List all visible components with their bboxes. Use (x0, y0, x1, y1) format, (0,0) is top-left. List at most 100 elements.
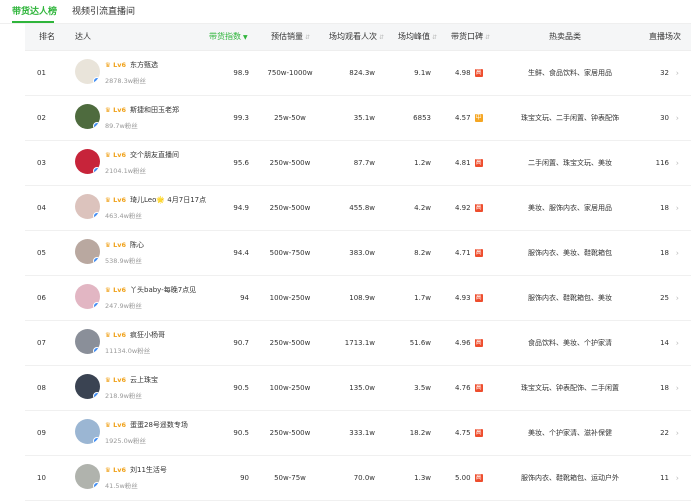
anchor-name[interactable]: 云上珠宝 (130, 376, 158, 384)
header-rating[interactable]: 带货口碑 ⇵ (451, 24, 490, 50)
table-row[interactable]: 08 ♛ Lv6 云上珠宝 218.9w粉丝 90.5 100w-250w 135… (25, 366, 691, 411)
table-row[interactable]: 10 ♛ Lv6 刘11生活号 41.5w粉丝 90 50w-75w 70.0w … (25, 456, 691, 501)
avatar[interactable] (75, 194, 100, 219)
tab-video-traffic[interactable]: 视频引流直播间 (72, 6, 135, 18)
chevron-right-icon[interactable]: › (676, 294, 679, 303)
avatar[interactable] (75, 239, 100, 264)
peak-value: 3.5w (414, 384, 431, 392)
rating-cell: 4.92 高 (455, 204, 483, 212)
table-row[interactable]: 07 ♛ Lv6 疯狂小杨哥 11134.0w粉丝 90.7 250w-500w … (25, 321, 691, 366)
sort-desc-icon[interactable]: ▼ (243, 34, 248, 41)
sort-icon[interactable]: ⇵ (305, 34, 310, 41)
chevron-right-icon[interactable]: › (676, 474, 679, 483)
anchor-name-line[interactable]: ♛ Lv6 斯捷和田玉老郑 (105, 105, 179, 115)
anchor-name[interactable]: 东方甄选 (130, 61, 158, 69)
avatar[interactable] (75, 104, 100, 129)
rating-value: 5.00 (455, 474, 471, 482)
fans-count: 11134.0w粉丝 (105, 347, 151, 355)
table-body: 01 ♛ Lv6 东方甄选 2878.3w粉丝 98.9 750w-1000w 8… (25, 51, 691, 501)
index-value: 99.3 (233, 114, 249, 122)
anchor-name[interactable]: 刘11生活号 (130, 466, 167, 474)
table-row[interactable]: 02 ♛ Lv6 斯捷和田玉老郑 89.7w粉丝 99.3 25w-50w 35.… (25, 96, 691, 141)
sales-value: 500w-750w (269, 249, 311, 257)
chevron-right-icon[interactable]: › (676, 384, 679, 393)
anchor-name-line[interactable]: ♛ Lv6 云上珠宝 (105, 375, 158, 385)
chevron-right-icon[interactable]: › (676, 339, 679, 348)
crown-icon: ♛ (105, 61, 111, 69)
header-viewers[interactable]: 场均观看人次 ⇵ (329, 24, 384, 50)
chevron-right-icon[interactable]: › (676, 114, 679, 123)
anchor-name[interactable]: 蛋蛋28号遥数专场 (130, 421, 188, 429)
index-value: 94 (240, 294, 249, 302)
fans-count: 218.9w粉丝 (105, 392, 142, 400)
rating-cell: 5.00 高 (455, 474, 483, 482)
anchor-name-line[interactable]: ♛ Lv6 丫头baby-每晚7点见 (105, 285, 196, 295)
level-badge: ♛ Lv6 (105, 106, 126, 114)
viewers-value: 108.9w (349, 294, 375, 302)
chevron-right-icon[interactable]: › (676, 249, 679, 258)
rating-value: 4.92 (455, 204, 471, 212)
avatar[interactable] (75, 329, 100, 354)
rank-number: 03 (37, 159, 46, 167)
anchor-name-line[interactable]: ♛ Lv6 东方甄选 (105, 60, 158, 70)
table-row[interactable]: 01 ♛ Lv6 东方甄选 2878.3w粉丝 98.9 750w-1000w 8… (25, 51, 691, 96)
index-value: 90 (240, 474, 249, 482)
avatar[interactable] (75, 59, 100, 84)
sort-icon[interactable]: ⇵ (432, 34, 437, 41)
sort-icon[interactable]: ⇵ (379, 34, 384, 41)
anchor-name[interactable]: 疯狂小杨哥 (130, 331, 165, 339)
table-row[interactable]: 04 ♛ Lv6 琦儿Leo🌟 4月7日17点 463.4w粉丝 94.9 250… (25, 186, 691, 231)
sales-value: 100w-250w (269, 294, 311, 302)
header-sales[interactable]: 预估销量 ⇵ (271, 24, 310, 50)
header-peak-label: 场均峰值 (398, 32, 430, 41)
anchor-name-line[interactable]: ♛ Lv6 疯狂小杨哥 (105, 330, 165, 340)
chevron-right-icon[interactable]: › (676, 159, 679, 168)
anchor-name-line[interactable]: ♛ Lv6 蛋蛋28号遥数专场 (105, 420, 188, 430)
sessions-value: 30 (660, 114, 669, 122)
chevron-right-icon[interactable]: › (676, 69, 679, 78)
avatar[interactable] (75, 464, 100, 489)
category-value: 二手闲置、珠宝文玩、美妆 (528, 159, 612, 167)
avatar[interactable] (75, 284, 100, 309)
anchor-name[interactable]: 丫头baby-每晚7点见 (130, 286, 196, 294)
fans-count: 89.7w粉丝 (105, 122, 138, 130)
rank-number: 05 (37, 249, 46, 257)
rank-number: 08 (37, 384, 46, 392)
table-row[interactable]: 06 ♛ Lv6 丫头baby-每晚7点见 247.9w粉丝 94 100w-25… (25, 276, 691, 321)
rating-grade-badge: 高 (474, 159, 483, 167)
anchor-name[interactable]: 琦儿Leo🌟 4月7日17点 (130, 196, 206, 204)
peak-value: 4.2w (414, 204, 431, 212)
chevron-right-icon[interactable]: › (676, 429, 679, 438)
verified-badge-icon (93, 212, 100, 219)
anchor-name[interactable]: 交个朋友直播间 (130, 151, 179, 159)
avatar[interactable] (75, 149, 100, 174)
anchor-name-line[interactable]: ♛ Lv6 琦儿Leo🌟 4月7日17点 (105, 195, 206, 205)
sales-value: 50w-75w (274, 474, 306, 482)
anchor-name[interactable]: 斯捷和田玉老郑 (130, 106, 179, 114)
fans-count: 2878.3w粉丝 (105, 77, 147, 85)
table-header: 排名 达人 带货指数 ▼ 预估销量 ⇵ 场均观看人次 ⇵ 场均峰值 ⇵ 带货口碑 ⇵ 热卖… (25, 24, 691, 51)
sales-value: 250w-500w (269, 429, 311, 437)
anchor-name[interactable]: 陈心 (130, 241, 144, 249)
avatar[interactable] (75, 419, 100, 444)
table-row[interactable]: 05 ♛ Lv6 陈心 538.9w粉丝 94.4 500w-750w 383.0… (25, 231, 691, 276)
header-sessions[interactable]: 直播场次 (649, 24, 681, 50)
viewers-value: 135.0w (349, 384, 375, 392)
rank-number: 09 (37, 429, 46, 437)
table-row[interactable]: 03 ♛ Lv6 交个朋友直播间 2104.1w粉丝 95.6 250w-500w… (25, 141, 691, 186)
anchor-name-line[interactable]: ♛ Lv6 交个朋友直播间 (105, 150, 179, 160)
fans-count: 41.5w粉丝 (105, 482, 138, 490)
anchor-name-line[interactable]: ♛ Lv6 刘11生活号 (105, 465, 167, 475)
sort-icon[interactable]: ⇵ (485, 34, 490, 41)
rating-value: 4.75 (455, 429, 471, 437)
sales-value: 250w-500w (269, 159, 311, 167)
header-index[interactable]: 带货指数 ▼ (209, 24, 248, 50)
header-peak[interactable]: 场均峰值 ⇵ (398, 24, 437, 50)
table-row[interactable]: 09 ♛ Lv6 蛋蛋28号遥数专场 1925.0w粉丝 90.5 250w-50… (25, 411, 691, 456)
header-sessions-label: 直播场次 (649, 32, 681, 41)
avatar[interactable] (75, 374, 100, 399)
chevron-right-icon[interactable]: › (676, 204, 679, 213)
anchor-name-line[interactable]: ♛ Lv6 陈心 (105, 240, 144, 250)
tab-anchor-ranking[interactable]: 带货达人榜 (12, 6, 57, 18)
category-value: 服饰内衣、鞋靴箱包、美妆 (528, 294, 612, 302)
